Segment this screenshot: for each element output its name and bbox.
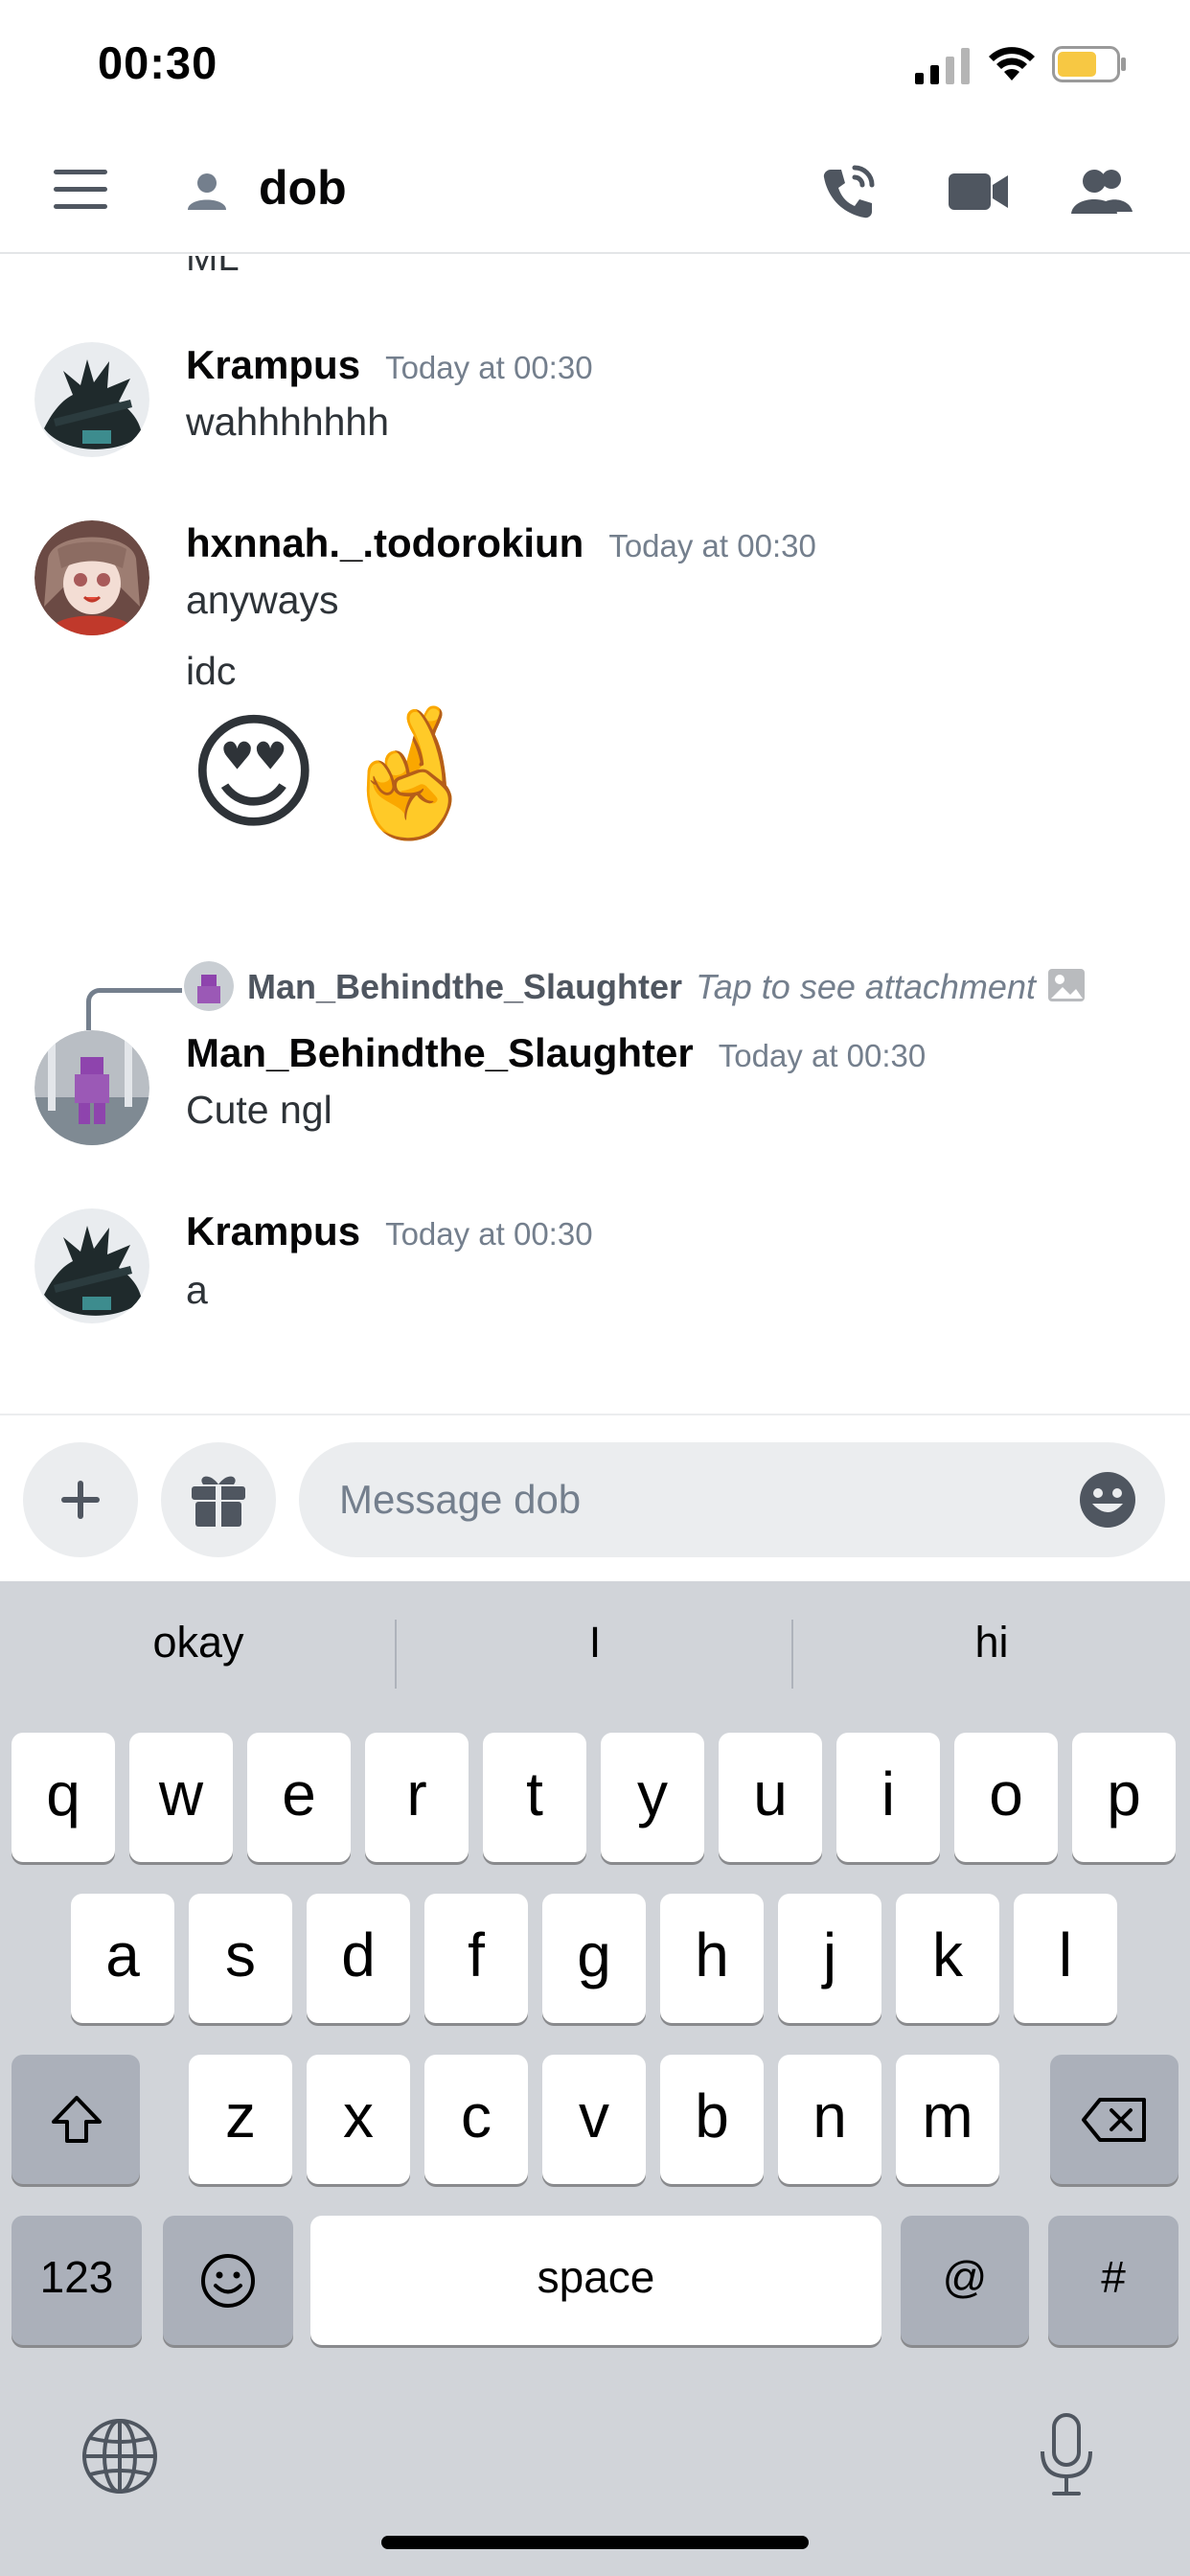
- username[interactable]: Krampus: [186, 1208, 360, 1254]
- key-g[interactable]: g: [542, 1894, 646, 2023]
- status-time: 00:30: [98, 37, 218, 88]
- key-e[interactable]: e: [247, 1733, 351, 1862]
- reply-avatar[interactable]: [184, 961, 234, 1011]
- key-m[interactable]: m: [896, 2055, 999, 2184]
- message-list[interactable]: ML Krampus Today at 00:30 wahhhhhhh hxnn…: [0, 256, 1190, 1414]
- key-b[interactable]: b: [660, 2055, 764, 2184]
- key-s[interactable]: s: [189, 1894, 292, 2023]
- message-author[interactable]: Krampus Today at 00:30: [186, 342, 593, 388]
- channel-name: dob: [259, 161, 347, 215]
- phone-icon[interactable]: [814, 158, 881, 225]
- key-f[interactable]: f: [424, 1894, 528, 2023]
- key-r[interactable]: r: [365, 1733, 469, 1862]
- key-z[interactable]: z: [189, 2055, 292, 2184]
- key-a[interactable]: a: [71, 1894, 174, 2023]
- globe-icon[interactable]: [80, 2417, 159, 2496]
- gift-button[interactable]: [161, 1442, 276, 1557]
- key-v[interactable]: v: [542, 2055, 646, 2184]
- message-input[interactable]: [339, 1469, 1010, 1530]
- key-i[interactable]: i: [836, 1733, 940, 1862]
- shift-arrow-icon: [52, 2096, 102, 2143]
- delete-key[interactable]: [1050, 2055, 1179, 2184]
- key-l[interactable]: l: [1014, 1894, 1117, 2023]
- message-text: Cute ngl: [186, 1088, 332, 1132]
- key-p[interactable]: p: [1072, 1733, 1176, 1862]
- emoji-keyboard-icon: [201, 2254, 255, 2308]
- backspace-icon: [1082, 2098, 1146, 2142]
- emoji-heart-eyes[interactable]: 😍: [188, 710, 320, 837]
- hash-key[interactable]: #: [1048, 2216, 1179, 2345]
- message-text: anyways: [186, 578, 339, 622]
- smiley-icon[interactable]: [1079, 1471, 1136, 1529]
- avatar[interactable]: [34, 1208, 149, 1323]
- video-camera-icon[interactable]: [945, 158, 1012, 225]
- key-t[interactable]: t: [483, 1733, 586, 1862]
- avatar[interactable]: [34, 342, 149, 457]
- avatar[interactable]: [34, 1030, 149, 1145]
- image-icon: [1047, 969, 1085, 1001]
- message-timestamp: Today at 00:30: [385, 1216, 593, 1252]
- key-c[interactable]: c: [424, 2055, 528, 2184]
- numbers-key[interactable]: 123: [11, 2216, 142, 2345]
- message-author[interactable]: Krampus Today at 00:30: [186, 1208, 593, 1254]
- person-icon: [188, 173, 226, 210]
- suggestion-1[interactable]: okay: [0, 1618, 397, 1668]
- key-k[interactable]: k: [896, 1894, 999, 2023]
- username[interactable]: hxnnah._.todorokiun: [186, 520, 584, 565]
- message-text: idc: [186, 649, 237, 693]
- suggestion-bar: okay I hi: [0, 1581, 1190, 1725]
- microphone-icon[interactable]: [1037, 2411, 1096, 2499]
- message-composer: [0, 1414, 1190, 1581]
- avatar[interactable]: [34, 520, 149, 635]
- people-icon[interactable]: [1069, 158, 1136, 225]
- reply-attachment-text[interactable]: Tap to see attachment: [696, 967, 1036, 1006]
- message-text: a: [186, 1268, 208, 1312]
- hamburger-icon[interactable]: [54, 170, 107, 212]
- shift-key[interactable]: [11, 2055, 140, 2184]
- message-text: wahhhhhhh: [186, 400, 390, 444]
- username[interactable]: Man_Behindthe_Slaughter: [186, 1030, 694, 1075]
- at-key[interactable]: @: [901, 2216, 1029, 2345]
- reply-preview[interactable]: Man_Behindthe_Slaughter Tap to see attach…: [247, 967, 1086, 1007]
- battery-icon: [1052, 46, 1126, 82]
- key-d[interactable]: d: [307, 1894, 410, 2023]
- key-u[interactable]: u: [719, 1733, 822, 1862]
- cellular-signal-icon: [915, 48, 970, 84]
- username[interactable]: Krampus: [186, 342, 360, 387]
- clipped-message-text: ML: [186, 256, 240, 279]
- reply-username[interactable]: Man_Behindthe_Slaughter: [247, 967, 682, 1006]
- suggestion-3[interactable]: hi: [793, 1618, 1190, 1668]
- suggestion-2[interactable]: I: [397, 1618, 793, 1668]
- message-timestamp: Today at 00:30: [718, 1038, 927, 1073]
- space-key[interactable]: space: [310, 2216, 881, 2345]
- key-j[interactable]: j: [778, 1894, 881, 2023]
- wifi-icon: [989, 47, 1035, 80]
- key-q[interactable]: q: [11, 1733, 115, 1862]
- channel-header: dob: [0, 129, 1190, 254]
- plus-icon: [61, 1481, 100, 1519]
- message-author[interactable]: Man_Behindthe_Slaughter Today at 00:30: [186, 1030, 926, 1076]
- key-o[interactable]: o: [954, 1733, 1058, 1862]
- message-timestamp: Today at 00:30: [608, 528, 816, 564]
- key-y[interactable]: y: [601, 1733, 704, 1862]
- key-h[interactable]: h: [660, 1894, 764, 2023]
- key-x[interactable]: x: [307, 2055, 410, 2184]
- gift-icon: [192, 1476, 245, 1527]
- message-input-container[interactable]: [299, 1442, 1165, 1557]
- key-w[interactable]: w: [129, 1733, 233, 1862]
- status-bar: 00:30: [0, 0, 1190, 129]
- reply-connector: [86, 988, 182, 1030]
- key-n[interactable]: n: [778, 2055, 881, 2184]
- onscreen-keyboard: okay I hi q w e r t y u i o p a s d f g …: [0, 1581, 1190, 2576]
- add-attachment-button[interactable]: [23, 1442, 138, 1557]
- emoji-keyboard-key[interactable]: [163, 2216, 293, 2345]
- home-indicator[interactable]: [381, 2536, 809, 2549]
- message-timestamp: Today at 00:30: [385, 350, 593, 385]
- emoji-crossed-fingers[interactable]: 🤞: [332, 710, 489, 837]
- message-author[interactable]: hxnnah._.todorokiun Today at 00:30: [186, 520, 816, 566]
